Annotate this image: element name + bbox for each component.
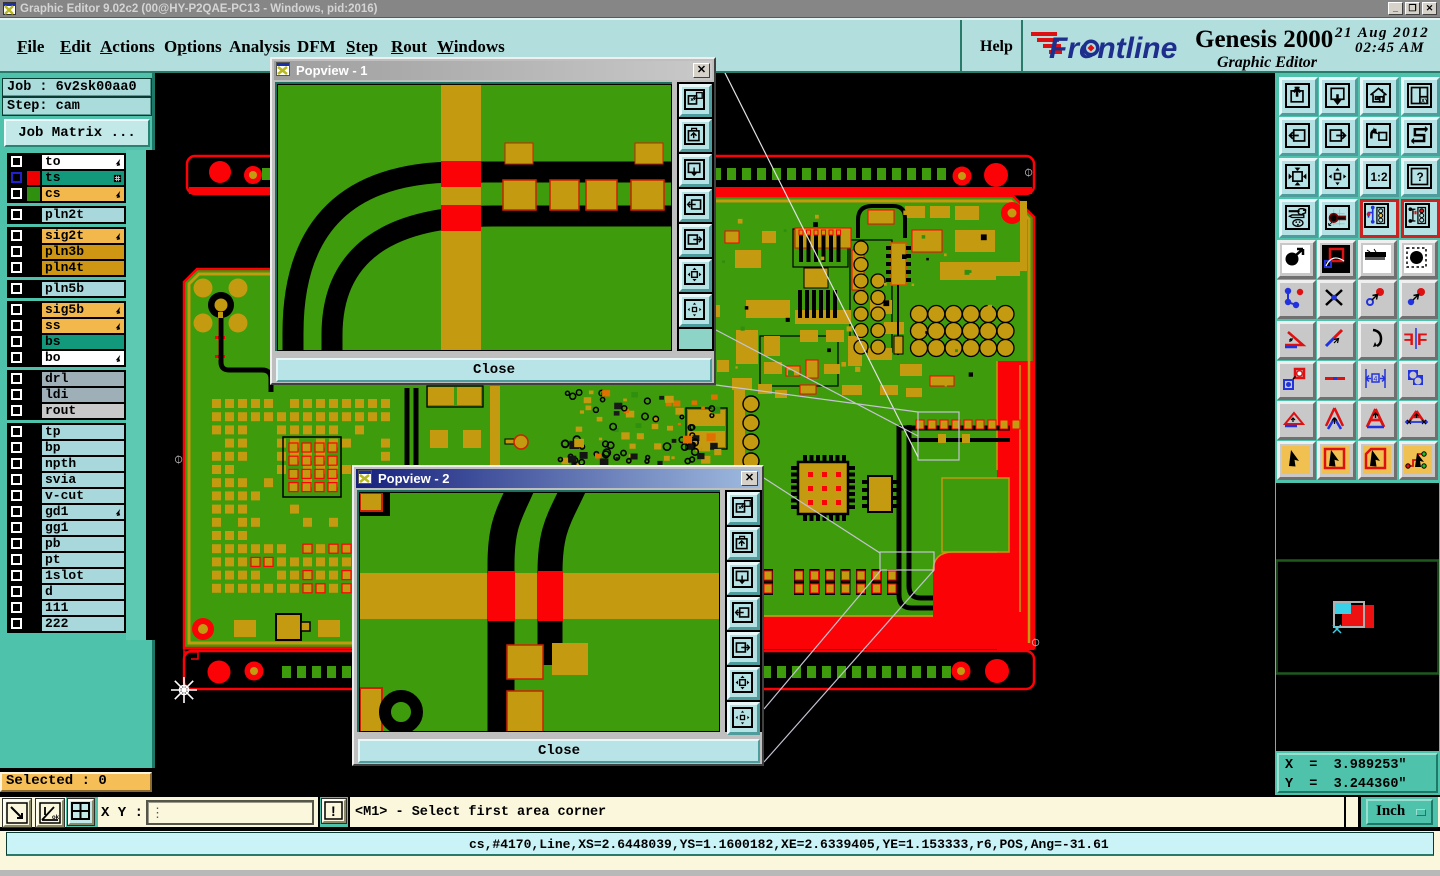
svg-text:4: 4 [1374,376,1378,383]
svg-text:02:45 AM: 02:45 AM [1355,40,1425,56]
svg-text:?: ? [1417,171,1424,184]
svg-text:ok: ok [52,815,60,821]
svg-text:Genesis 2000: Genesis 2000 [1195,26,1333,53]
svg-text:Frontline: Frontline [1049,32,1177,65]
svg-text:1:2: 1:2 [1371,171,1388,184]
svg-text:F: F [1404,330,1414,349]
svg-text:Graphic Editor: Graphic Editor [1217,54,1318,71]
svg-text:21 Aug 2012: 21 Aug 2012 [1334,25,1429,41]
svg-text:F: F [1417,330,1427,349]
svg-text:!: ! [331,803,336,819]
svg-text:XY: XY [1421,99,1429,105]
